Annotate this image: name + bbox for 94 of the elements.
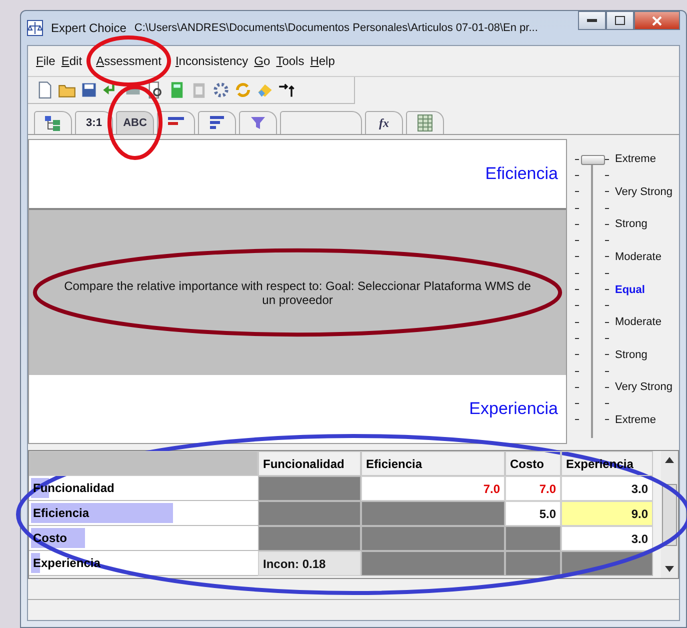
minimize-button[interactable] (578, 11, 606, 30)
view-tab[interactable] (198, 111, 236, 134)
comparison-question: Compare the relative importance with respect to: Goal: Seleccionar Plataforma WMS de un proveedor (63, 278, 532, 306)
file-path: C:\Users\ANDRES\Documents\Documentos Personales\Articulos 07-01-08\En pr... (134, 22, 538, 34)
tick-mark (575, 370, 579, 372)
tick-mark (575, 322, 579, 323)
tick-mark (575, 305, 579, 306)
tick-mark (605, 354, 609, 356)
element-name: Eficiencia (485, 164, 558, 184)
scrollbar[interactable] (661, 451, 678, 578)
column-header: Funcionalidad (258, 451, 361, 476)
tick-mark (605, 419, 609, 420)
tick-mark (605, 256, 609, 258)
tick-mark (575, 386, 579, 388)
close-icon (652, 16, 662, 26)
view-tab[interactable]: ABC (116, 111, 154, 134)
view-tab[interactable] (406, 111, 444, 134)
tick-mark (575, 289, 579, 290)
column-header: Costo (505, 451, 561, 476)
tick-mark (575, 191, 579, 192)
close-button[interactable] (634, 11, 680, 30)
tick-mark (605, 305, 609, 306)
tick-mark (575, 240, 579, 242)
judgment-cell[interactable]: 9.0 (561, 501, 653, 526)
tick-mark (605, 338, 609, 339)
tick-mark (575, 256, 579, 258)
scale-label: Moderate (615, 250, 662, 263)
new-document-icon[interactable] (36, 81, 54, 99)
app-icon (27, 20, 43, 36)
scale-label: Extreme (615, 153, 656, 166)
maximize-button[interactable] (606, 11, 634, 30)
tick-mark (605, 240, 609, 242)
tick-mark (575, 158, 579, 160)
disabled-cell (505, 526, 561, 551)
menu-item[interactable]: Edit (61, 54, 82, 68)
minimize-icon (587, 19, 597, 22)
judgment-cell[interactable]: 7.0 (361, 476, 505, 501)
tick-mark (575, 338, 579, 339)
inconsistency-value: Incon: 0.18 (258, 551, 361, 576)
scale-label: Equal (615, 284, 645, 296)
tick-mark (575, 419, 579, 420)
judgment-cell[interactable]: 3.0 (561, 476, 653, 501)
view-tab[interactable]: fx (365, 111, 403, 134)
menu-item[interactable]: Assessment (96, 54, 162, 68)
gear-icon[interactable] (212, 81, 230, 99)
tick-mark (605, 174, 609, 176)
tick-mark (605, 370, 609, 372)
tick-mark (605, 322, 609, 323)
disabled-cell (505, 551, 561, 576)
slider-thumb[interactable] (581, 155, 605, 165)
tick-mark (605, 224, 609, 225)
scale-label: Strong (615, 218, 648, 230)
bar-chart-icon (209, 115, 225, 131)
view-tab[interactable] (239, 111, 277, 134)
tick-mark (575, 224, 579, 225)
judgment-cell[interactable]: 5.0 (505, 501, 561, 526)
menu-item[interactable]: Inconsistency (175, 54, 248, 68)
tick-mark (605, 386, 609, 388)
tick-mark (605, 191, 609, 192)
menu-item[interactable]: Tools (276, 54, 304, 68)
scale-label: Moderate (615, 316, 662, 328)
tick-mark (605, 158, 609, 160)
judgment-cell[interactable]: 3.0 (561, 526, 653, 551)
menu-item[interactable]: File (36, 54, 56, 68)
element-name: Experiencia (469, 399, 558, 419)
row-label: Eficiencia (33, 506, 90, 520)
judgment-cell[interactable]: 7.0 (505, 476, 561, 501)
menu-item[interactable]: Help (310, 54, 335, 68)
maximize-icon (615, 16, 625, 25)
scale-label: Strong (615, 348, 648, 361)
scroll-down-icon[interactable] (665, 566, 674, 572)
tick-mark (605, 272, 609, 274)
tick-mark (575, 272, 579, 274)
tick-mark (575, 174, 579, 176)
tick-mark (575, 208, 579, 209)
column-header: Eficiencia (361, 451, 505, 476)
scale-label: Extreme (615, 414, 656, 426)
arrows-icon[interactable] (278, 81, 296, 99)
tick-mark (605, 289, 609, 290)
tick-mark (575, 403, 579, 404)
scale-label: Very Strong (615, 186, 672, 198)
tick-mark (605, 208, 609, 209)
menu-item[interactable]: Go (254, 54, 270, 68)
scroll-up-icon[interactable] (665, 457, 674, 463)
window-title: Expert Choice (51, 21, 126, 35)
view-tab[interactable] (34, 111, 72, 134)
scale-label: Very Strong (615, 381, 672, 394)
save-icon[interactable] (80, 81, 98, 99)
funnel-icon (250, 115, 266, 131)
row-label: Costo (33, 531, 67, 545)
tick-mark (605, 403, 609, 404)
spreadsheet-icon (417, 114, 433, 132)
tick-mark (575, 354, 579, 356)
tree-icon (44, 115, 62, 131)
